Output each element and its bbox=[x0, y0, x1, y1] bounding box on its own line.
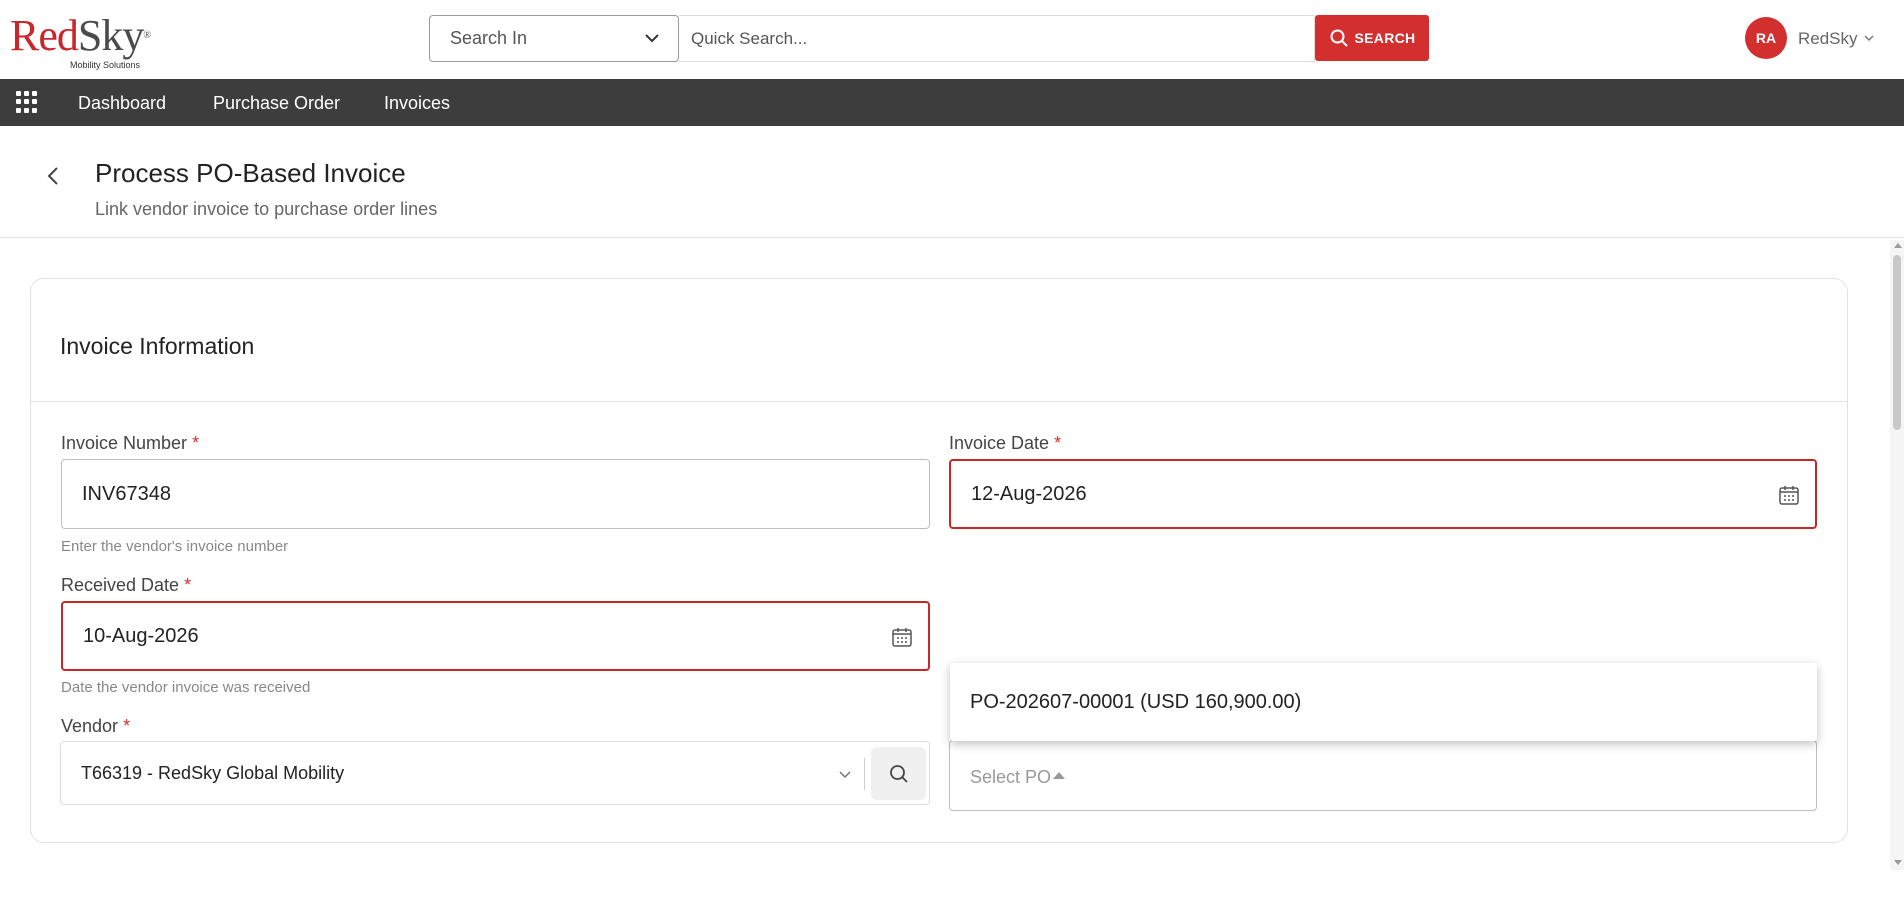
invoice-number-input[interactable]: INV67348 bbox=[61, 459, 930, 529]
user-initials: RA bbox=[1755, 30, 1777, 46]
vendor-label: Vendor * bbox=[61, 716, 130, 737]
user-avatar[interactable]: RA bbox=[1745, 17, 1787, 59]
required-mark: * bbox=[1054, 433, 1062, 453]
received-date-input[interactable]: 10-Aug-2026 bbox=[61, 601, 930, 671]
required-mark: * bbox=[123, 716, 131, 736]
invoice-number-label-text: Invoice Number bbox=[61, 433, 188, 453]
page-title: Process PO-Based Invoice bbox=[95, 158, 406, 188]
caret-up-icon bbox=[1053, 772, 1065, 779]
invoice-number-value: INV67348 bbox=[82, 482, 171, 505]
quick-search-input[interactable]: Quick Search... bbox=[679, 15, 1315, 62]
received-date-value: 10-Aug-2026 bbox=[83, 624, 199, 647]
required-mark: * bbox=[184, 575, 192, 595]
invoice-date-value: 12-Aug-2026 bbox=[971, 482, 1087, 505]
received-date-helper: Date the vendor invoice was received bbox=[61, 679, 311, 696]
scroll-down-icon[interactable] bbox=[1894, 860, 1902, 865]
vendor-select[interactable]: T66319 - RedSky Global Mobility bbox=[60, 741, 930, 805]
vendor-separator bbox=[864, 758, 865, 790]
logo-text-dark: Sky bbox=[77, 11, 144, 60]
page-subtitle: Link vendor invoice to purchase order li… bbox=[95, 199, 438, 219]
search-button-label: SEARCH bbox=[1354, 30, 1416, 46]
user-name[interactable]: RedSky bbox=[1798, 29, 1858, 49]
nav-item-purchase-order[interactable]: Purchase Order bbox=[213, 93, 340, 114]
received-date-label-text: Received Date bbox=[61, 575, 180, 595]
logo-text-red: Red bbox=[10, 11, 79, 60]
invoice-date-input[interactable]: 12-Aug-2026 bbox=[949, 459, 1817, 529]
chevron-down-icon[interactable] bbox=[1862, 31, 1876, 45]
calendar-icon[interactable] bbox=[890, 625, 914, 649]
scroll-up-icon[interactable] bbox=[1894, 243, 1902, 248]
scrollbar-thumb[interactable] bbox=[1893, 255, 1901, 430]
apps-grid-icon[interactable] bbox=[16, 91, 38, 113]
search-scope-label: Search In bbox=[450, 28, 528, 48]
chevron-down-icon[interactable] bbox=[837, 766, 853, 782]
quick-search-placeholder: Quick Search... bbox=[691, 28, 808, 48]
po-select[interactable]: Select PO bbox=[949, 740, 1817, 811]
top-header: RedSky® Mobility Solutions Search In Qui… bbox=[0, 0, 1904, 79]
card-divider bbox=[31, 401, 1847, 402]
vendor-label-text: Vendor bbox=[61, 716, 119, 736]
header-divider bbox=[0, 237, 1904, 238]
nav-item-dashboard[interactable]: Dashboard bbox=[78, 93, 166, 114]
vendor-value: T66319 - RedSky Global Mobility bbox=[81, 763, 345, 783]
search-button[interactable]: SEARCH bbox=[1315, 15, 1429, 61]
invoice-date-label-text: Invoice Date bbox=[949, 433, 1050, 453]
back-arrow-icon[interactable] bbox=[44, 164, 62, 188]
invoice-number-helper: Enter the vendor's invoice number bbox=[61, 538, 289, 555]
chevron-down-icon bbox=[645, 34, 659, 43]
card-title: Invoice Information bbox=[60, 333, 255, 359]
nav-item-invoices[interactable]: Invoices bbox=[384, 93, 450, 114]
vendor-search-button[interactable] bbox=[871, 747, 926, 800]
logo-tagline: Mobility Solutions bbox=[70, 60, 141, 70]
search-scope-select[interactable]: Search In bbox=[429, 15, 679, 62]
po-select-placeholder: Select PO bbox=[970, 767, 1052, 787]
main-nav: Dashboard Purchase Order Invoices bbox=[0, 79, 1904, 126]
invoice-number-label: Invoice Number * bbox=[61, 433, 199, 454]
search-icon bbox=[889, 764, 908, 783]
redsky-logo[interactable]: RedSky® Mobility Solutions bbox=[10, 11, 151, 72]
invoice-date-label: Invoice Date * bbox=[949, 433, 1061, 454]
calendar-icon[interactable] bbox=[1777, 483, 1801, 507]
search-icon bbox=[1330, 29, 1348, 47]
logo-registered-mark: ® bbox=[143, 30, 151, 41]
received-date-label: Received Date * bbox=[61, 575, 191, 596]
po-dropdown-menu: PO-202607-00001 (USD 160,900.00) bbox=[950, 663, 1817, 741]
po-option[interactable]: PO-202607-00001 (USD 160,900.00) bbox=[970, 691, 1301, 714]
required-mark: * bbox=[192, 433, 200, 453]
